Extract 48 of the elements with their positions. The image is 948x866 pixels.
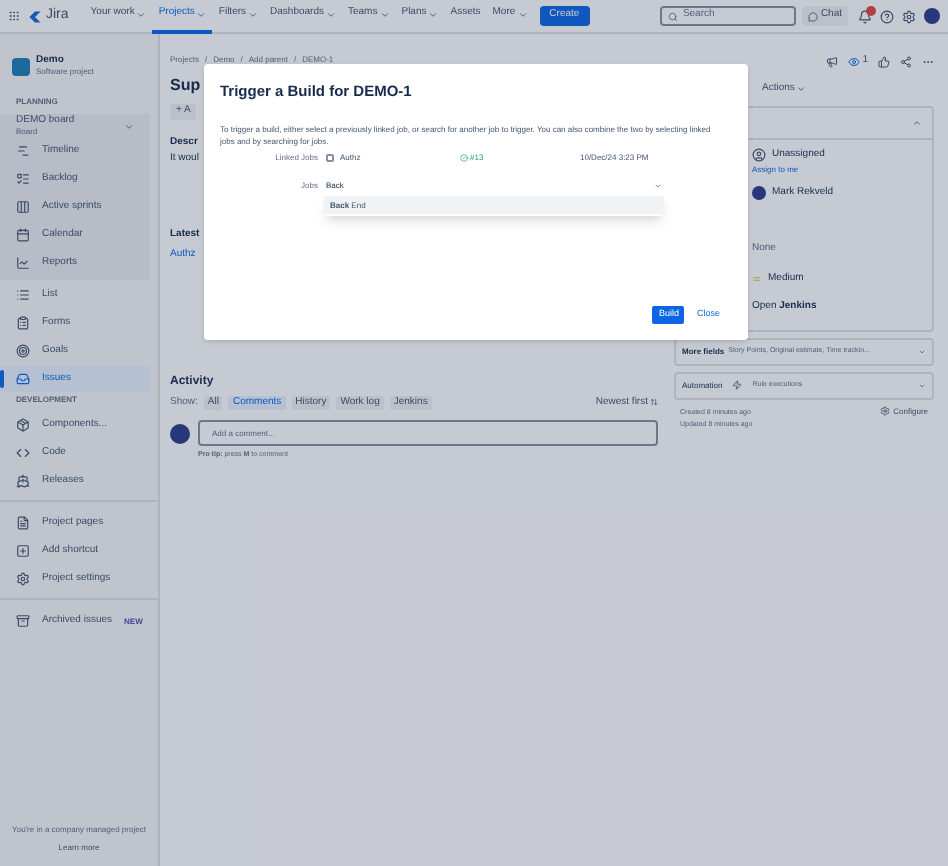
check-circle-icon [460, 154, 468, 163]
nav-icon [16, 256, 30, 270]
user-avatar [170, 423, 190, 443]
search-icon [668, 11, 679, 21]
sort-arrows-icon [650, 398, 658, 407]
nav-icon [16, 228, 30, 242]
nav-icon [16, 172, 30, 186]
megaphone-icon[interactable] [826, 56, 839, 68]
job-checkbox[interactable] [326, 154, 334, 163]
caret-icon [379, 9, 390, 19]
nav-icon [16, 344, 30, 358]
user-avatar[interactable] [924, 8, 940, 24]
nav-icon [16, 516, 30, 530]
user-avatar [752, 186, 766, 201]
jira-logo-icon [28, 9, 42, 23]
nav-icon [16, 316, 30, 330]
settings-icon[interactable] [902, 9, 916, 23]
nav-icon [16, 372, 30, 386]
chat-bubble-icon [808, 11, 819, 21]
issue-title: Sup [170, 74, 201, 98]
gear-icon [879, 406, 890, 416]
nav-icon [16, 288, 30, 302]
caret-icon [196, 9, 207, 19]
caret-icon [124, 121, 134, 131]
nav-icon [16, 418, 30, 432]
eye-icon [848, 56, 861, 68]
project-avatar [12, 57, 30, 75]
caret-icon [136, 9, 147, 19]
help-icon[interactable] [880, 9, 894, 23]
caret-icon [326, 9, 336, 19]
nav-icon [16, 474, 30, 488]
priority-icon [752, 274, 762, 285]
nav-icon [16, 614, 30, 628]
caret-icon [796, 84, 807, 95]
nav-icon [16, 144, 30, 158]
nav-icon [16, 446, 30, 460]
bell-icon[interactable] [857, 9, 871, 23]
collapse-icon[interactable] [912, 117, 922, 127]
thumbs-up-icon[interactable] [878, 56, 890, 68]
nav-icon [16, 572, 30, 586]
user-icon [752, 147, 766, 162]
caret-icon [517, 9, 528, 19]
nav-icon [16, 544, 30, 558]
caret-icon [248, 9, 259, 19]
nav-icon [16, 200, 30, 214]
caret-icon [428, 9, 439, 19]
share-icon[interactable] [900, 56, 912, 68]
lightning-icon [732, 380, 743, 390]
